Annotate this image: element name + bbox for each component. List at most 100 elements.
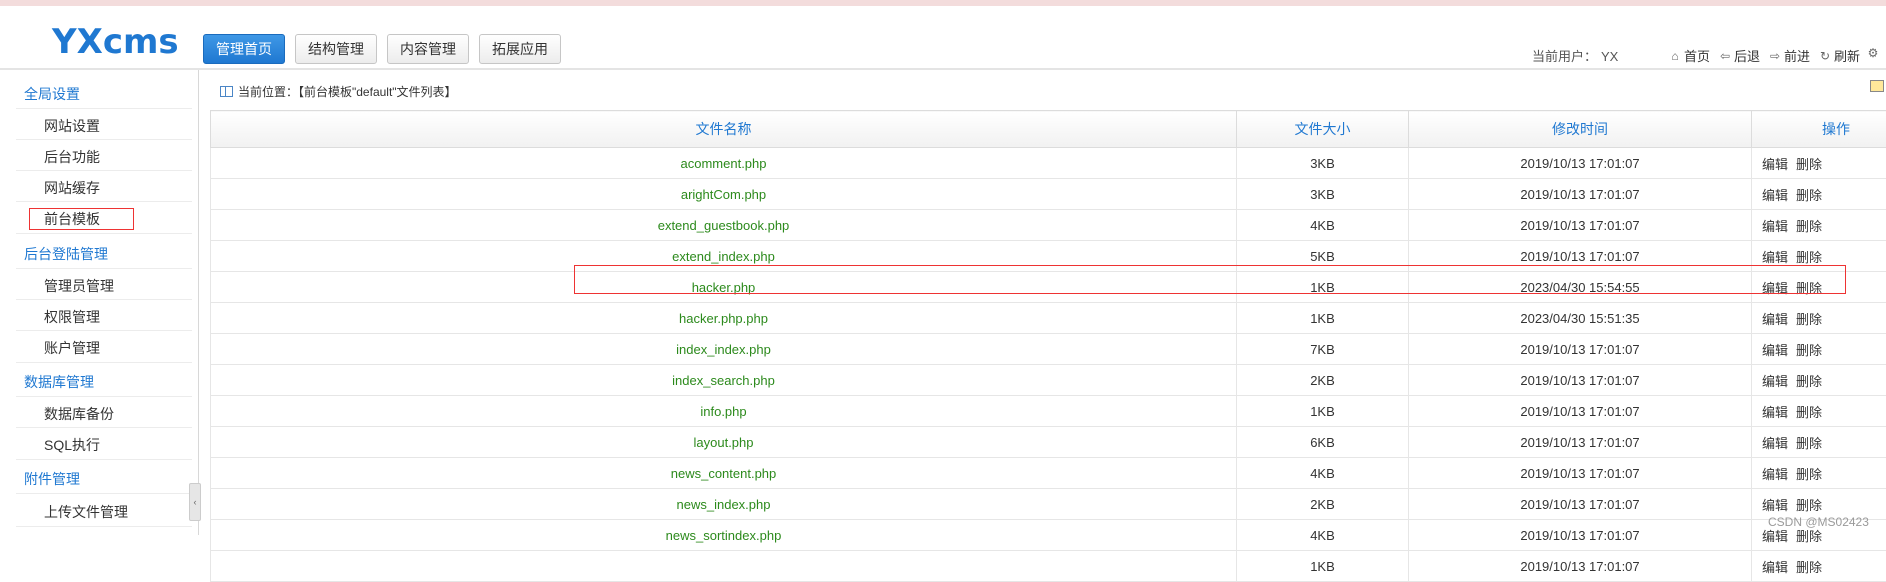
sidebar-collapse-handle[interactable]: ‹ — [189, 483, 201, 521]
current-user: 当前用户：YX — [1528, 46, 1618, 65]
file-name[interactable]: acomment.php — [211, 148, 1237, 179]
file-name[interactable]: info.php — [211, 396, 1237, 427]
file-size: 1KB — [1237, 303, 1409, 334]
sidebar-item-permissions[interactable]: 权限管理 — [44, 307, 100, 327]
table-row: acomment.php3KB2019/10/13 17:01:07编辑删除 — [211, 148, 1886, 179]
file-size: 2KB — [1237, 489, 1409, 520]
header-link-back[interactable]: ⇦后退 — [1718, 46, 1760, 65]
file-name[interactable]: hacker.php.php — [211, 303, 1237, 334]
delete-link[interactable]: 删除 — [1796, 529, 1822, 544]
delete-link[interactable]: 删除 — [1796, 219, 1822, 234]
sidebar-item-backend-functions[interactable]: 后台功能 — [44, 147, 100, 167]
edit-link[interactable]: 编辑 — [1762, 157, 1788, 172]
header-link-more[interactable]: ⚙ — [1866, 46, 1880, 60]
sidebar-group-database[interactable]: 数据库管理 — [24, 372, 94, 392]
breadcrumb-text: 当前位置：【前台模板"default"文件列表】 — [238, 83, 457, 100]
row-actions: 编辑删除 — [1752, 396, 1886, 427]
edit-link[interactable]: 编辑 — [1762, 374, 1788, 389]
divider — [16, 108, 192, 109]
table-row: hacker.php.php1KB2023/04/30 15:51:35编辑删除 — [211, 303, 1886, 334]
table-row: 1KB2019/10/13 17:01:07 编辑删除 — [211, 551, 1886, 582]
file-name[interactable] — [211, 551, 1237, 582]
row-actions: 编辑删除 — [1752, 148, 1886, 179]
file-modified: 2019/10/13 17:01:07 — [1409, 551, 1752, 582]
sidebar-item-uploaded-files[interactable]: 上传文件管理 — [44, 502, 128, 522]
file-name[interactable]: extend_index.php — [211, 241, 1237, 272]
edit-link[interactable]: 编辑 — [1762, 529, 1788, 544]
delete-link[interactable]: 删除 — [1796, 498, 1822, 513]
refresh-icon: ↻ — [1818, 49, 1832, 63]
settings-icon: ⚙ — [1866, 46, 1880, 60]
table-row: index_search.php2KB2019/10/13 17:01:07编辑… — [211, 365, 1886, 396]
delete-link[interactable]: 删除 — [1796, 560, 1822, 575]
edit-link[interactable]: 编辑 — [1762, 343, 1788, 358]
divider — [16, 233, 192, 234]
edit-link[interactable]: 编辑 — [1762, 467, 1788, 482]
sidebar-group-login-management[interactable]: 后台登陆管理 — [24, 244, 108, 264]
file-name[interactable]: news_sortindex.php — [211, 520, 1237, 551]
edit-link[interactable]: 编辑 — [1762, 250, 1788, 265]
delete-link[interactable]: 删除 — [1796, 281, 1822, 296]
edit-link[interactable]: 编辑 — [1762, 281, 1788, 296]
nav-home-button[interactable]: 管理首页 — [203, 34, 285, 64]
file-name[interactable]: layout.php — [211, 427, 1237, 458]
file-name[interactable]: index_index.php — [211, 334, 1237, 365]
file-modified: 2019/10/13 17:01:07 — [1409, 210, 1752, 241]
header-link-forward[interactable]: ⇨前进 — [1768, 46, 1810, 65]
divider — [16, 459, 192, 460]
column-header-modified: 修改时间 — [1409, 111, 1752, 148]
file-size: 3KB — [1237, 179, 1409, 210]
table-row: index_index.php7KB2019/10/13 17:01:07编辑删… — [211, 334, 1886, 365]
divider — [16, 526, 192, 527]
nav-extension-button[interactable]: 拓展应用 — [479, 34, 561, 64]
file-name[interactable]: news_content.php — [211, 458, 1237, 489]
delete-link[interactable]: 删除 — [1796, 157, 1822, 172]
header-link-home[interactable]: ⌂首页 — [1668, 46, 1710, 65]
sidebar-item-site-settings[interactable]: 网站设置 — [44, 116, 100, 136]
logo: YXcms — [52, 22, 179, 62]
edit-link[interactable]: 编辑 — [1762, 498, 1788, 513]
edit-link[interactable]: 编辑 — [1762, 219, 1788, 234]
table-row: info.php1KB2019/10/13 17:01:07编辑删除 — [211, 396, 1886, 427]
nav-content-button[interactable]: 内容管理 — [387, 34, 469, 64]
watermark: CSDN @MS02423 — [1768, 515, 1869, 529]
delete-link[interactable]: 删除 — [1796, 250, 1822, 265]
nav-structure-button[interactable]: 结构管理 — [295, 34, 377, 64]
selected-item-highlight — [29, 208, 134, 230]
delete-link[interactable]: 删除 — [1796, 312, 1822, 327]
notice-icon[interactable] — [1870, 80, 1884, 92]
sidebar-item-accounts[interactable]: 账户管理 — [44, 338, 100, 358]
file-name[interactable]: arightCom.php — [211, 179, 1237, 210]
delete-link[interactable]: 删除 — [1796, 436, 1822, 451]
header-link-refresh[interactable]: ↻刷新 — [1818, 46, 1860, 65]
sidebar-item-site-cache[interactable]: 网站缓存 — [44, 178, 100, 198]
file-size: 4KB — [1237, 520, 1409, 551]
file-name[interactable]: news_index.php — [211, 489, 1237, 520]
row-actions: 编辑删除 — [1752, 179, 1886, 210]
edit-link[interactable]: 编辑 — [1762, 188, 1788, 203]
edit-link[interactable]: 编辑 — [1762, 560, 1788, 575]
divider — [16, 493, 192, 494]
sidebar-item-admin-management[interactable]: 管理员管理 — [44, 276, 114, 296]
home-icon: ⌂ — [1668, 49, 1682, 63]
sidebar-item-database-backup[interactable]: 数据库备份 — [44, 404, 114, 424]
divider — [16, 330, 192, 331]
file-size: 1KB — [1237, 551, 1409, 582]
delete-link[interactable]: 删除 — [1796, 343, 1822, 358]
sidebar-item-sql-execute[interactable]: SQL执行 — [44, 435, 100, 455]
file-name[interactable]: hacker.php — [211, 272, 1237, 303]
file-name[interactable]: extend_guestbook.php — [211, 210, 1237, 241]
edit-link[interactable]: 编辑 — [1762, 312, 1788, 327]
edit-link[interactable]: 编辑 — [1762, 405, 1788, 420]
delete-link[interactable]: 删除 — [1796, 467, 1822, 482]
sidebar-group-attachments[interactable]: 附件管理 — [24, 469, 80, 489]
file-modified: 2019/10/13 17:01:07 — [1409, 427, 1752, 458]
delete-link[interactable]: 删除 — [1796, 405, 1822, 420]
sidebar-group-global[interactable]: 全局设置 — [24, 84, 80, 104]
file-name[interactable]: index_search.php — [211, 365, 1237, 396]
edit-link[interactable]: 编辑 — [1762, 436, 1788, 451]
delete-link[interactable]: 删除 — [1796, 188, 1822, 203]
divider — [16, 299, 192, 300]
delete-link[interactable]: 删除 — [1796, 374, 1822, 389]
column-header-actions: 操作 — [1752, 111, 1886, 148]
